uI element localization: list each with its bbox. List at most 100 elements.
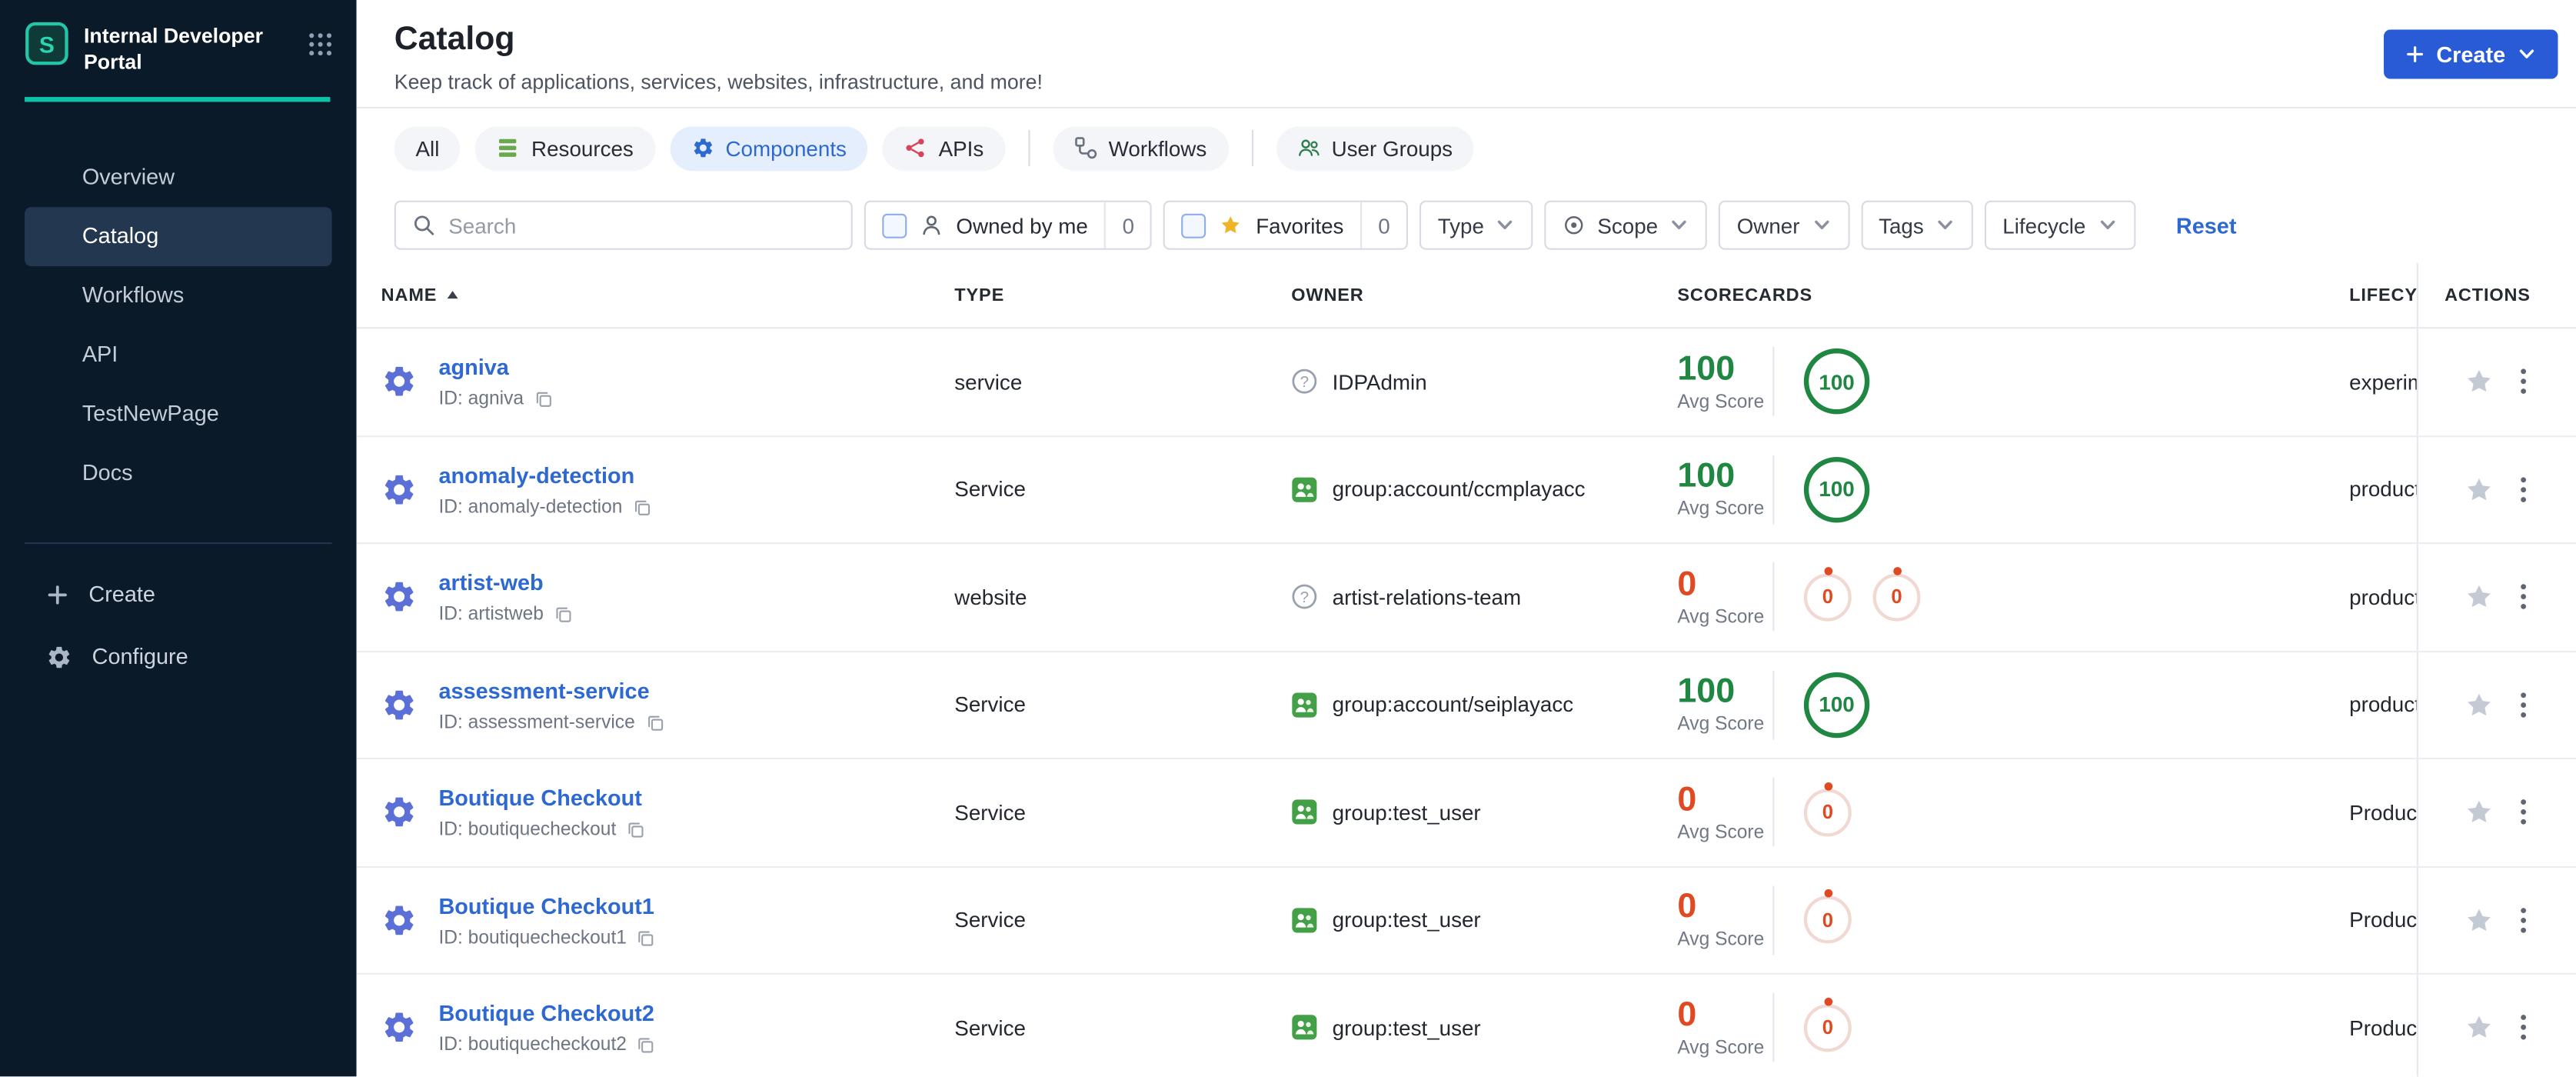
sidebar-divider	[25, 541, 332, 544]
copy-icon[interactable]	[645, 713, 665, 733]
sidebar-item-workflows[interactable]: Workflows	[25, 265, 332, 325]
create-button[interactable]: Create	[2383, 29, 2558, 79]
entity-name-link[interactable]: Boutique Checkout	[438, 786, 641, 811]
entity-name-link[interactable]: agniva	[438, 355, 508, 380]
score-divider	[1772, 455, 1775, 525]
avg-score-label: Avg Score	[1677, 392, 1765, 412]
sidebar-item-overview[interactable]: Overview	[25, 147, 332, 206]
score-divider	[1772, 778, 1775, 847]
table-row[interactable]: assessment-service ID: assessment-servic…	[356, 652, 2576, 760]
avg-score-label: Avg Score	[1677, 607, 1765, 628]
api-icon	[904, 136, 927, 159]
entity-type: Service	[954, 907, 1026, 932]
owned-by-me-count: 0	[1104, 202, 1150, 248]
avg-score-value: 100	[1677, 349, 1736, 388]
entity-name-link[interactable]: Boutique Checkout2	[438, 1002, 654, 1026]
app-window: S Internal Developer Portal Overview Cat…	[0, 0, 2576, 1077]
avg-score-label: Avg Score	[1677, 500, 1765, 520]
owner-dropdown[interactable]: Owner	[1719, 200, 1849, 250]
tab-workflows[interactable]: Workflows	[1053, 125, 1229, 171]
catalog-table: NAME TYPE OWNER SCORECARDS LIFECYCLE ACT…	[356, 262, 2576, 1077]
lifecycle-value: production	[2349, 477, 2417, 502]
owned-by-me-checkbox[interactable]	[882, 212, 907, 238]
search-input[interactable]	[448, 212, 835, 238]
column-header-scorecards[interactable]: SCORECARDS	[1677, 263, 2349, 327]
tab-all[interactable]: All	[394, 125, 461, 171]
column-header-lifecycle[interactable]: LIFECYCLE	[2349, 263, 2417, 327]
scope-dropdown-label: Scope	[1597, 212, 1659, 238]
score-divider	[1772, 347, 1775, 417]
apps-grid-icon[interactable]	[308, 22, 334, 58]
row-menu-kebab-icon[interactable]	[2517, 689, 2530, 722]
owner-name: group:test_user	[1332, 799, 1481, 825]
entity-name-link[interactable]: anomaly-detection	[438, 463, 634, 488]
column-header-type[interactable]: TYPE	[954, 263, 1291, 327]
entity-id: ID: assessment-service	[438, 712, 635, 733]
search-box[interactable]	[394, 200, 853, 250]
favorite-star-icon[interactable]	[2465, 798, 2494, 827]
tab-resources[interactable]: Resources	[475, 125, 655, 171]
table-row[interactable]: Boutique Checkout ID: boutiquecheckout S…	[356, 759, 2576, 867]
column-header-owner[interactable]: OWNER	[1291, 263, 1677, 327]
copy-icon[interactable]	[637, 929, 657, 949]
row-menu-kebab-icon[interactable]	[2517, 365, 2530, 398]
copy-icon[interactable]	[626, 821, 646, 841]
table-row[interactable]: Boutique Checkout1 ID: boutiquecheckout1…	[356, 866, 2576, 975]
tab-apis[interactable]: APIs	[882, 125, 1006, 171]
sidebar-item-docs[interactable]: Docs	[25, 443, 332, 502]
lifecycle-value: Production	[2349, 907, 2417, 932]
lifecycle-dropdown[interactable]: Lifecycle	[1984, 200, 2135, 250]
entity-name-link[interactable]: Boutique Checkout1	[438, 894, 654, 919]
tags-dropdown[interactable]: Tags	[1860, 200, 1973, 250]
column-header-actions: ACTIONS	[2416, 262, 2576, 328]
copy-icon[interactable]	[632, 498, 652, 518]
type-dropdown[interactable]: Type	[1419, 200, 1534, 250]
entity-name-link[interactable]: assessment-service	[438, 679, 649, 703]
favorite-star-icon[interactable]	[2465, 1013, 2494, 1042]
table-row[interactable]: anomaly-detection ID: anomaly-detection …	[356, 436, 2576, 545]
favorites-checkbox[interactable]	[1182, 212, 1207, 238]
row-menu-kebab-icon[interactable]	[2517, 796, 2530, 829]
star-icon	[1220, 214, 1243, 237]
copy-icon[interactable]	[534, 390, 554, 410]
owned-by-me-filter[interactable]: Owned by me 0	[864, 200, 1153, 250]
lifecycle-value: Production	[2349, 1015, 2417, 1040]
sidebar-configure-button[interactable]: Configure	[0, 625, 357, 688]
component-gear-icon	[381, 794, 418, 830]
sidebar-item-catalog[interactable]: Catalog	[25, 206, 332, 266]
chevron-down-icon	[1496, 215, 1516, 235]
favorite-star-icon[interactable]	[2465, 905, 2494, 935]
column-header-name[interactable]: NAME	[381, 263, 955, 327]
plus-icon	[46, 582, 69, 605]
sidebar-item-api[interactable]: API	[25, 325, 332, 384]
favorite-star-icon[interactable]	[2465, 690, 2494, 719]
copy-icon[interactable]	[554, 605, 574, 625]
avg-score-label: Avg Score	[1677, 715, 1765, 735]
favorite-star-icon[interactable]	[2465, 582, 2494, 612]
scorecard-badges: 0	[1803, 788, 1852, 836]
avg-score-value: 0	[1677, 888, 1697, 926]
component-gear-icon	[381, 687, 418, 723]
entity-name-link[interactable]: artist-web	[438, 571, 543, 595]
scope-dropdown[interactable]: Scope	[1544, 200, 1708, 250]
table-row[interactable]: artist-web ID: artistweb website artist-…	[356, 544, 2576, 652]
tab-user-groups[interactable]: User Groups	[1275, 125, 1474, 171]
row-menu-kebab-icon[interactable]	[2517, 904, 2530, 937]
row-menu-kebab-icon[interactable]	[2517, 1011, 2530, 1044]
row-menu-kebab-icon[interactable]	[2517, 581, 2530, 614]
scorecard-badge: 0	[1803, 573, 1852, 622]
tab-components-label: Components	[725, 135, 847, 161]
sidebar-create-button[interactable]: Create	[0, 563, 357, 625]
sidebar-item-testnewpage[interactable]: TestNewPage	[25, 384, 332, 443]
favorite-star-icon[interactable]	[2465, 367, 2494, 396]
page-subtitle: Keep track of applications, services, we…	[394, 70, 1043, 94]
table-row[interactable]: agniva ID: agniva service IDPAdmin 100 A…	[356, 328, 2576, 437]
copy-icon[interactable]	[637, 1036, 657, 1056]
tab-components[interactable]: Components	[669, 125, 868, 171]
entity-type: Service	[954, 1015, 1026, 1040]
favorite-star-icon[interactable]	[2465, 475, 2494, 504]
row-menu-kebab-icon[interactable]	[2517, 473, 2530, 506]
table-row[interactable]: Boutique Checkout2 ID: boutiquecheckout2…	[357, 974, 2576, 1077]
favorites-filter[interactable]: Favorites 0	[1163, 200, 1409, 250]
reset-filters-link[interactable]: Reset	[2176, 213, 2237, 238]
